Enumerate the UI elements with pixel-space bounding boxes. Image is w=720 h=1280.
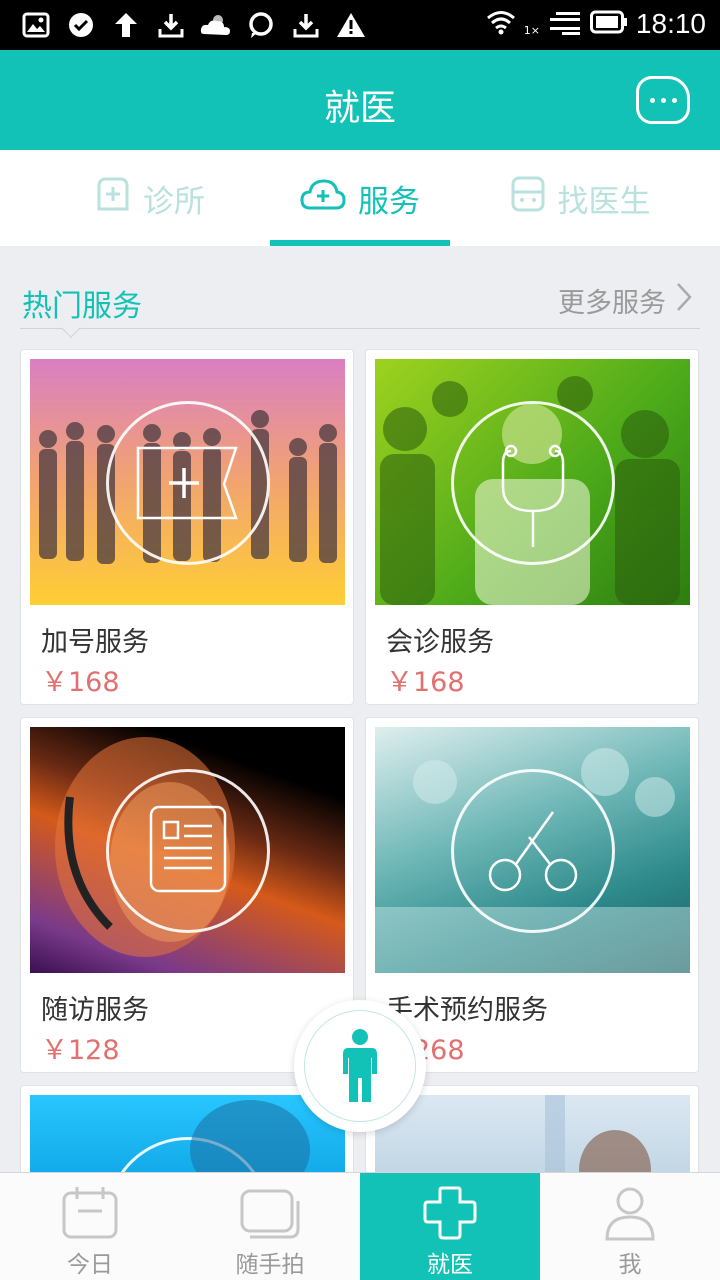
service-image	[375, 727, 690, 973]
service-image	[30, 727, 345, 973]
service-title: 会诊服务	[386, 627, 494, 658]
nav-me[interactable]: 我	[540, 1173, 720, 1280]
signal-icon	[548, 8, 582, 40]
tab-label: 找医生	[557, 183, 651, 220]
nav-label: 我	[618, 1252, 642, 1278]
chevron-right-icon	[676, 282, 692, 319]
scissors-icon	[488, 811, 578, 892]
nav-label: 就医	[427, 1252, 473, 1278]
service-card-consultation[interactable]: 会诊服务 ￥168	[365, 349, 699, 705]
service-card-surgery[interactable]: 手术预约服务 ￥268	[365, 717, 699, 1073]
upload-icon	[110, 9, 142, 41]
tab-clinic[interactable]: 诊所	[80, 150, 220, 246]
tab-bar: 诊所 服务 找医生	[0, 150, 720, 246]
download-icon	[290, 9, 322, 41]
body-model-button[interactable]	[294, 1000, 426, 1132]
photo-stack-icon	[240, 1189, 300, 1239]
service-price: ￥128	[41, 1035, 120, 1066]
tab-find-doctor[interactable]: 找医生	[490, 150, 670, 246]
system-status: 1× 18:10	[486, 8, 706, 40]
service-price: ￥168	[386, 667, 465, 698]
nav-snapshot[interactable]: 随手拍	[180, 1173, 360, 1280]
more-services-link[interactable]: 更多服务	[558, 281, 692, 320]
nav-medical[interactable]: 就医	[360, 1173, 540, 1280]
check-circle-icon	[65, 9, 97, 41]
section-divider	[20, 328, 700, 329]
nav-label: 今日	[67, 1252, 113, 1278]
app-bar: 就医	[0, 50, 720, 150]
service-title: 手术预约服务	[386, 995, 548, 1026]
calendar-icon	[62, 1187, 118, 1239]
network-label: 1×	[523, 23, 540, 37]
warning-icon	[335, 9, 367, 41]
tab-service[interactable]: 服务	[290, 150, 430, 246]
image-icon	[20, 9, 52, 41]
doctor-face-icon	[510, 175, 546, 221]
status-bar: 1× 18:10	[0, 0, 720, 50]
wifi-icon	[486, 9, 516, 39]
nav-today[interactable]: 今日	[0, 1173, 180, 1280]
chat-icon	[649, 97, 655, 103]
notification-icons	[20, 9, 367, 41]
document-icon	[149, 805, 227, 893]
active-tab-indicator	[270, 240, 450, 246]
service-title: 随访服务	[41, 995, 149, 1026]
chat-bubble-icon	[245, 9, 277, 41]
download-icon	[155, 9, 187, 41]
bottom-nav: 今日 随手拍 就医 我	[0, 1172, 720, 1280]
more-services-label: 更多服务	[558, 288, 666, 319]
service-card-add-number[interactable]: 加号服务 ￥168	[20, 349, 354, 705]
battery-icon	[589, 10, 628, 38]
service-card-follow-up[interactable]: 随访服务 ￥128	[20, 717, 354, 1073]
service-image	[30, 359, 345, 605]
tab-label: 服务	[358, 183, 420, 220]
plus-square-icon	[95, 176, 131, 220]
tab-label: 诊所	[143, 183, 205, 220]
add-number-icon	[136, 446, 238, 520]
medical-cross-icon	[423, 1186, 477, 1240]
chat-button[interactable]	[636, 76, 690, 124]
clock: 18:10	[635, 8, 706, 39]
stethoscope-icon	[501, 444, 565, 547]
service-title: 加号服务	[41, 627, 149, 658]
user-icon	[605, 1187, 655, 1241]
page-title: 就医	[323, 88, 396, 129]
service-price: ￥168	[41, 667, 120, 698]
service-image	[375, 359, 690, 605]
nav-label: 随手拍	[235, 1252, 305, 1278]
section-title: 热门服务	[22, 289, 142, 324]
person-icon	[343, 1029, 377, 1102]
cloud-icon	[200, 9, 232, 41]
cloud-plus-icon	[300, 177, 346, 219]
